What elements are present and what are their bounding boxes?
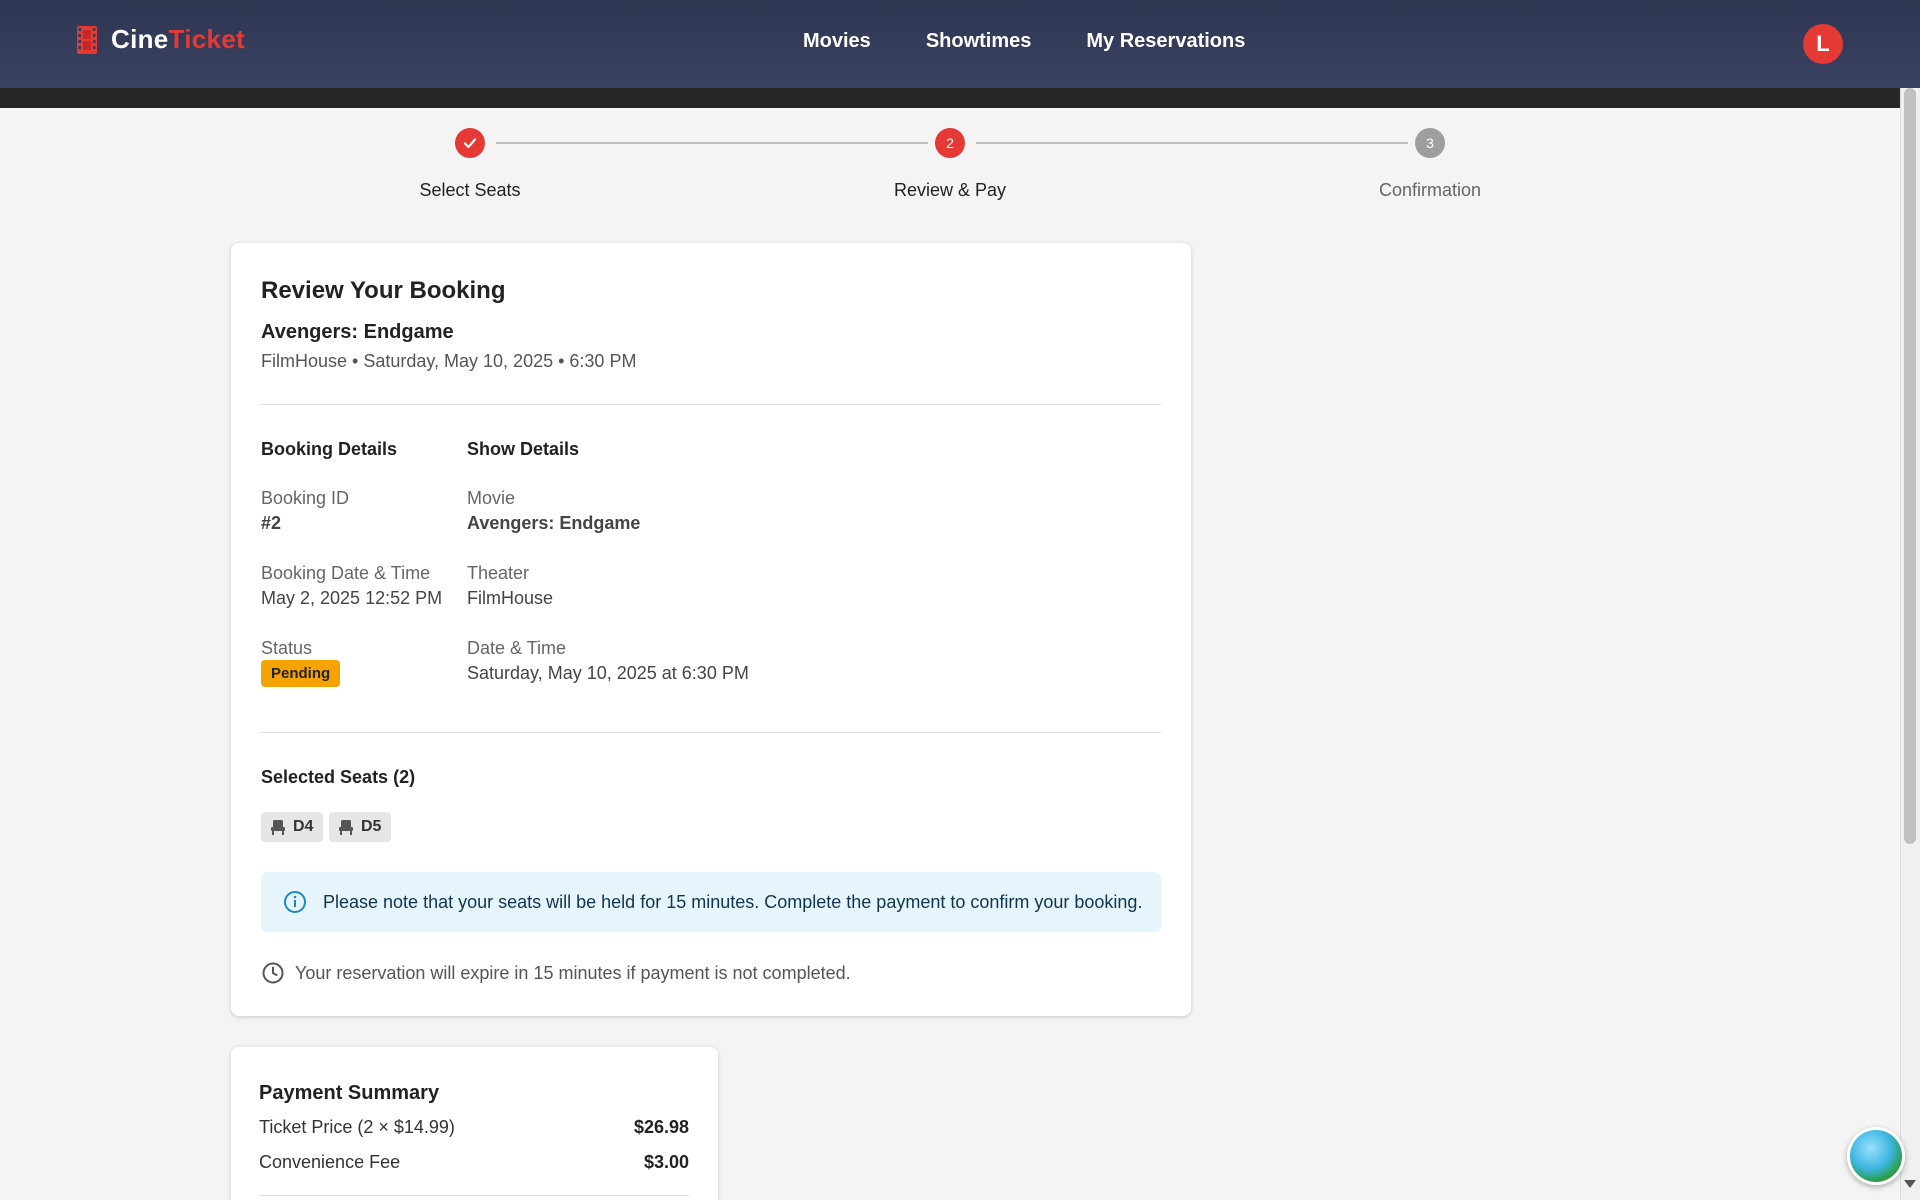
step-2-circle: 2 (935, 128, 965, 158)
payment-row-ticket: Ticket Price (2 × $14.99) $26.98 (259, 1117, 689, 1138)
payment-summary-card: Payment Summary Ticket Price (2 × $14.99… (231, 1047, 718, 1200)
booking-id-label: Booking ID (261, 488, 350, 508)
expiry-note: Your reservation will expire in 15 minut… (261, 961, 851, 985)
info-icon (284, 891, 306, 913)
seat-icon (271, 820, 285, 835)
booking-datetime-label: Booking Date & Time (261, 563, 431, 583)
check-icon (463, 138, 477, 149)
booking-id-value: #2 (261, 513, 282, 533)
movie-meta: FilmHouse • Saturday, May 10, 2025 • 6:3… (261, 351, 637, 371)
show-datetime-label: Date & Time (467, 638, 567, 658)
payment-row-label: Ticket Price (2 × $14.99) (259, 1117, 455, 1137)
status-badge: Pending (261, 660, 341, 687)
main-nav: Movies Showtimes My Reservations (803, 30, 1245, 53)
brand-name: CineTicket (111, 24, 245, 55)
step-3-circle: 3 (1415, 128, 1445, 158)
scrollbar-thumb[interactable] (1904, 88, 1916, 844)
selected-seats-heading: Selected Seats (2) (261, 767, 416, 787)
payment-row-fee: Convenience Fee $3.00 (259, 1152, 689, 1173)
header-underline (0, 88, 1900, 108)
nav-movies[interactable]: Movies (803, 30, 871, 53)
step-connector-2 (976, 142, 1408, 144)
top-navbar: CineTicket Movies Showtimes My Reservati… (0, 0, 1920, 88)
seat-label: D5 (361, 818, 382, 835)
review-booking-card: Review Your Booking Avengers: Endgame Fi… (231, 243, 1191, 1016)
movie-title: Avengers: Endgame (261, 321, 454, 343)
theater-label: Theater (467, 563, 530, 583)
hold-notice-text: Please note that your seats will be held… (323, 891, 1143, 912)
brand-name-part1: Cine (111, 24, 169, 54)
user-avatar[interactable]: L (1803, 24, 1843, 64)
clock-icon (262, 962, 284, 984)
nav-showtimes[interactable]: Showtimes (926, 30, 1032, 53)
seat-label: D4 (293, 818, 314, 835)
brand-name-part2: Ticket (168, 24, 246, 54)
booking-details-heading: Booking Details (261, 439, 398, 459)
show-datetime-value: Saturday, May 10, 2025 at 6:30 PM (467, 663, 749, 683)
booking-datetime-value: May 2, 2025 12:52 PM (261, 588, 443, 608)
divider (261, 404, 1161, 405)
divider (259, 1195, 689, 1196)
divider (261, 732, 1161, 733)
seat-icon (339, 820, 353, 835)
expiry-text: Your reservation will expire in 15 minut… (295, 962, 851, 983)
hold-notice: Please note that your seats will be held… (261, 872, 1161, 932)
step-connector-1 (496, 142, 928, 144)
show-details-heading: Show Details (467, 439, 580, 459)
review-title: Review Your Booking (261, 277, 506, 304)
step-2-label: Review & Pay (893, 180, 1007, 200)
step-1-label: Select Seats (419, 180, 521, 200)
scroll-down-arrow-icon[interactable] (1904, 1180, 1916, 1188)
film-strip-icon (77, 25, 97, 54)
payment-row-label: Convenience Fee (259, 1152, 401, 1172)
step-3-label: Confirmation (1378, 180, 1482, 200)
payment-row-amount: $26.98 (633, 1117, 689, 1137)
seat-chip-d5: D5 (329, 812, 392, 842)
payment-summary-title: Payment Summary (259, 1082, 440, 1104)
movie-value: Avengers: Endgame (467, 513, 641, 533)
seat-chip-d4: D4 (261, 812, 324, 842)
payment-row-amount: $3.00 (643, 1152, 689, 1172)
theater-value: FilmHouse (467, 588, 554, 608)
nav-my-reservations[interactable]: My Reservations (1086, 30, 1245, 53)
movie-label: Movie (467, 488, 516, 508)
step-1-circle (455, 128, 485, 158)
beach-icon[interactable] (1847, 1127, 1905, 1185)
status-label: Status (261, 638, 313, 658)
brand-logo[interactable]: CineTicket (75, 24, 245, 55)
